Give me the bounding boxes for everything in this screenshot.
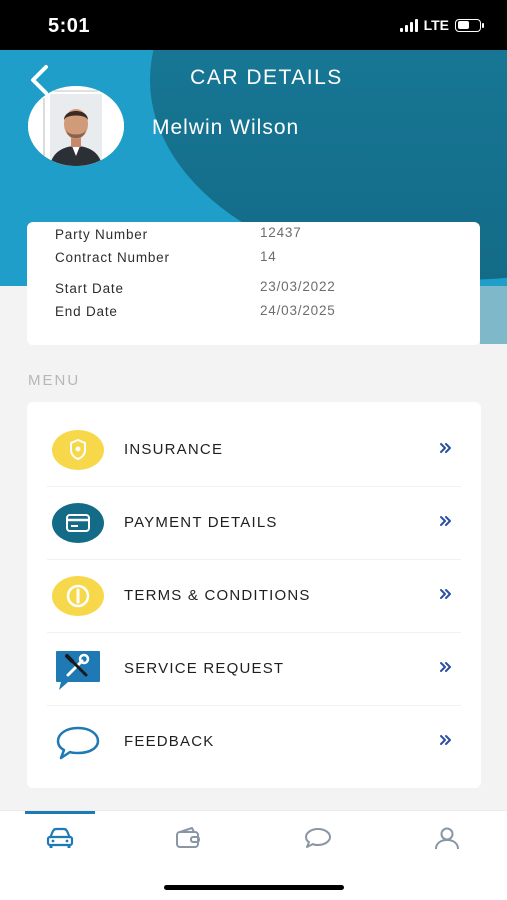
network-label: LTE xyxy=(423,17,449,33)
wallet-icon xyxy=(176,827,200,848)
menu-heading: MENU xyxy=(28,372,81,389)
menu-label-terms-conditions: TERMS & CONDITIONS xyxy=(124,587,311,604)
header-decoration-strip xyxy=(480,286,507,344)
tab-chat[interactable] xyxy=(298,823,338,853)
status-bar: 5:01 LTE xyxy=(0,0,507,50)
profile-icon xyxy=(435,827,459,850)
chevron-right-icon xyxy=(440,443,451,453)
menu-label-insurance: INSURANCE xyxy=(124,441,224,458)
menu-card: INSURANCE PAYMENT DETAILS TERMS & CONDIT… xyxy=(27,402,481,788)
party-number-value: 12437 xyxy=(260,225,302,240)
menu-item-payment-details[interactable]: PAYMENT DETAILS xyxy=(27,487,481,560)
insurance-shield-icon xyxy=(52,428,104,472)
chat-icon xyxy=(305,828,331,848)
status-time: 5:01 xyxy=(48,15,91,37)
menu-item-insurance[interactable]: INSURANCE xyxy=(27,414,481,487)
wallet-card-icon xyxy=(52,501,104,545)
tab-car[interactable] xyxy=(40,823,80,853)
menu-item-terms-conditions[interactable]: TERMS & CONDITIONS xyxy=(27,560,481,633)
menu-item-service-request[interactable]: SERVICE REQUEST xyxy=(27,633,481,706)
party-number-label: Party Number xyxy=(55,227,148,242)
contract-info-card: Party Number 12437 Contract Number 14 St… xyxy=(27,222,480,345)
contract-number-label: Contract Number xyxy=(55,250,170,265)
user-name: Melwin Wilson xyxy=(152,116,300,139)
active-tab-indicator xyxy=(25,811,95,814)
chevron-right-icon xyxy=(440,589,451,599)
signal-icon xyxy=(399,18,418,32)
battery-icon xyxy=(455,18,484,32)
menu-item-feedback[interactable]: FEEDBACK xyxy=(27,706,481,779)
car-icon xyxy=(46,827,74,848)
profile-photo xyxy=(28,86,124,166)
menu-label-payment-details: PAYMENT DETAILS xyxy=(124,514,278,531)
start-date-label: Start Date xyxy=(55,281,124,296)
avatar[interactable] xyxy=(28,86,124,166)
contract-number-value: 14 xyxy=(260,249,277,264)
chat-bubble-icon xyxy=(52,720,104,764)
menu-label-feedback: FEEDBACK xyxy=(124,733,215,750)
start-date-value: 23/03/2022 xyxy=(260,279,336,294)
info-circle-icon xyxy=(52,574,104,618)
status-indicators: LTE xyxy=(399,17,484,33)
home-indicator xyxy=(164,885,344,890)
wrench-screwdriver-icon xyxy=(52,647,104,691)
end-date-label: End Date xyxy=(55,304,118,319)
chevron-right-icon xyxy=(440,516,451,526)
chevron-right-icon xyxy=(440,662,451,672)
chevron-right-icon xyxy=(440,735,451,745)
tab-profile[interactable] xyxy=(427,823,467,853)
end-date-value: 24/03/2025 xyxy=(260,303,336,318)
tab-wallet[interactable] xyxy=(168,823,208,853)
menu-label-service-request: SERVICE REQUEST xyxy=(124,660,285,677)
